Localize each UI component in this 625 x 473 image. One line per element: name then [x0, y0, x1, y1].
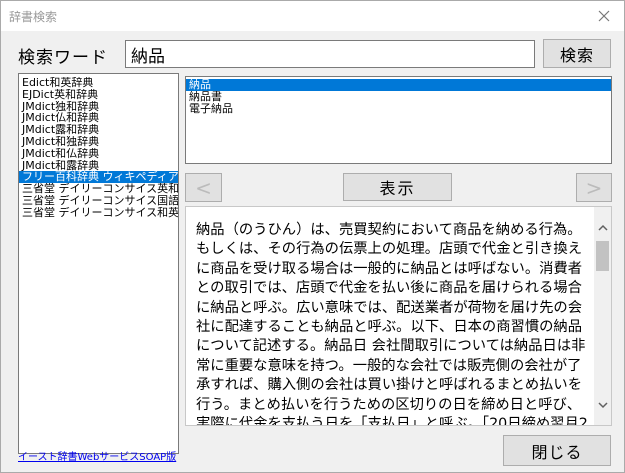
- definition-scrollbar[interactable]: [594, 207, 611, 425]
- dictionary-list-item[interactable]: EJDict英和辞典: [19, 89, 178, 101]
- east-dictionary-web-service-link[interactable]: イースト辞書WebサービスSOAP版: [18, 448, 176, 463]
- word-list[interactable]: 納品 納品書 電子納品: [185, 76, 612, 164]
- dictionary-list-item[interactable]: JMdict和露辞典: [19, 160, 178, 172]
- prev-button[interactable]: <: [185, 173, 222, 202]
- word-list-item[interactable]: 納品書: [186, 91, 611, 103]
- chevron-down-icon: [597, 402, 608, 409]
- dictionary-list-item[interactable]: Edict和英辞典: [19, 77, 178, 89]
- window-title: 辞書検索: [9, 10, 58, 24]
- dictionary-list-item[interactable]: 三省堂 デイリーコンサイス英和辞: [19, 183, 178, 195]
- search-button[interactable]: 検索: [543, 39, 611, 68]
- chevron-up-icon: [597, 224, 608, 231]
- definition-text: 納品（のうひん）は、売買契約において商品を納める行為。もしくは、その行為の伝票上…: [196, 222, 588, 426]
- scroll-up-button[interactable]: [594, 219, 611, 236]
- definition-textbox[interactable]: 納品（のうひん）は、売買契約において商品を納める行為。もしくは、その行為の伝票上…: [185, 206, 612, 426]
- close-button[interactable]: 閉じる: [503, 435, 611, 466]
- dictionary-list-item[interactable]: JMdict仏和辞典: [19, 112, 178, 124]
- search-input[interactable]: [125, 40, 535, 68]
- dictionary-list-item[interactable]: JMdict和独辞典: [19, 136, 178, 148]
- dictionary-list-item[interactable]: 三省堂 デイリーコンサイス国語辞: [19, 195, 178, 207]
- word-list-item[interactable]: 納品: [186, 79, 611, 91]
- search-word-label: 検索ワード: [18, 48, 108, 68]
- scroll-down-button[interactable]: [594, 397, 611, 414]
- dictionary-list-item[interactable]: JMdict和仏辞典: [19, 148, 178, 160]
- next-button[interactable]: >: [576, 173, 612, 202]
- dictionary-list-item[interactable]: JMdict独和辞典: [19, 101, 178, 113]
- dictionary-list-item[interactable]: JMdict露和辞典: [19, 124, 178, 136]
- window-close-button[interactable]: [584, 1, 624, 31]
- word-list-item[interactable]: 電子納品: [186, 103, 611, 115]
- scroll-thumb[interactable]: [596, 241, 609, 271]
- dictionary-search-window: 辞書検索 検索ワード 検索 Edict和英辞典EJDict英和辞典JMdict独…: [0, 0, 625, 473]
- close-icon: [598, 10, 610, 22]
- dictionary-list-item[interactable]: 三省堂 デイリーコンサイス和英辞: [19, 207, 178, 219]
- dictionary-list[interactable]: Edict和英辞典 EJDict英和辞典 JMdict独和辞典 JMdict仏和辞典 J…: [18, 73, 179, 454]
- show-button[interactable]: 表示: [343, 173, 452, 201]
- title-bar: 辞書検索: [1, 1, 624, 31]
- dictionary-list-item[interactable]: フリー百科辞典 ウィキペディア日本: [19, 171, 178, 184]
